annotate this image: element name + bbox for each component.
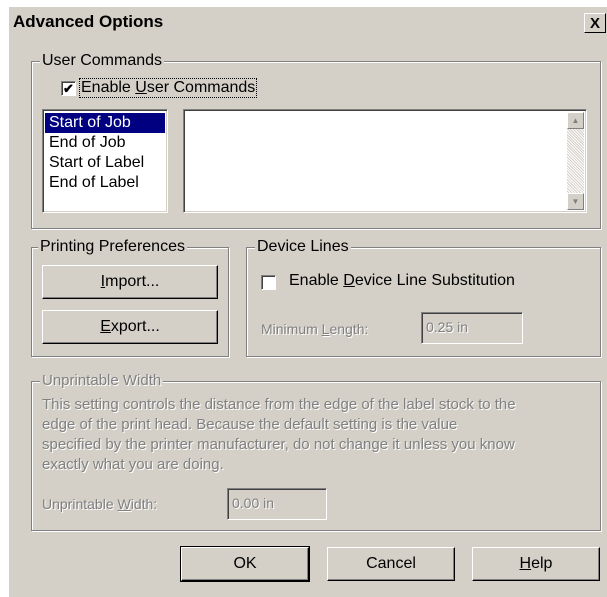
list-item-start-of-label[interactable]: Start of Label — [45, 153, 165, 173]
scroll-down-icon: ▼ — [571, 197, 580, 206]
description-line: exactly what you are doing. — [42, 456, 224, 473]
unprintable-width-label: Unprintable Width: — [42, 496, 157, 512]
minimum-length-label: Minimum Length: — [261, 321, 368, 337]
ok-button[interactable]: OK — [180, 546, 310, 582]
checkmark-icon: ✔ — [63, 81, 74, 96]
list-item-end-of-label[interactable]: End of Label — [45, 173, 165, 193]
dialog-title: Advanced Options — [13, 12, 164, 31]
scroll-down-button[interactable]: ▼ — [567, 193, 584, 210]
import-button[interactable]: Import... — [42, 265, 218, 299]
minimum-length-field[interactable]: 0.25 in — [421, 312, 523, 344]
unprintable-description: This setting controls the distance from … — [42, 395, 597, 475]
command-text-area[interactable]: ▲ ▼ — [183, 109, 587, 213]
accesskey: E — [100, 318, 111, 335]
user-commands-legend: User Commands — [40, 51, 165, 71]
printing-preferences-legend: Printing Preferences — [38, 237, 187, 257]
cancel-button[interactable]: Cancel — [327, 547, 455, 581]
label-accesskey: W — [117, 496, 131, 512]
enable-device-line-substitution-checkbox[interactable] — [261, 275, 276, 290]
button-label: elp — [531, 555, 553, 572]
minimum-length-value: 0.25 in — [426, 319, 469, 335]
button-label: xport... — [110, 318, 160, 335]
enable-user-commands-label[interactable]: Enable User Commands — [78, 78, 258, 98]
description-line: specified by the printer manufacturer, d… — [42, 436, 515, 453]
accesskey: H — [519, 555, 532, 572]
list-item-start-of-job[interactable]: Start of Job — [45, 113, 165, 133]
label-accesskey: D — [343, 272, 355, 289]
command-text-scrollbar[interactable]: ▲ ▼ — [567, 112, 584, 210]
device-lines-legend: Device Lines — [255, 237, 351, 257]
button-label: Cancel — [366, 555, 416, 572]
description-line: edge of the print head. Because the defa… — [42, 416, 458, 433]
label-part: evice Line Substitution — [354, 272, 515, 289]
label-accesskey: U — [135, 79, 147, 96]
enable-user-commands-checkbox[interactable]: ✔ — [61, 81, 76, 96]
label-part: Unprintable — [42, 496, 118, 512]
label-part: Minimum — [261, 321, 322, 337]
label-part: idth: — [130, 496, 158, 512]
label-part: ser Commands — [146, 79, 256, 96]
scroll-up-button[interactable]: ▲ — [567, 112, 584, 129]
unprintable-width-legend: Unprintable Width — [40, 371, 164, 391]
title-bar: Advanced Options X — [9, 7, 607, 37]
unprintable-width-value: 0.00 in — [232, 495, 275, 511]
help-button[interactable]: Help — [472, 547, 600, 581]
description-line: This setting controls the distance from … — [42, 396, 516, 413]
command-type-list[interactable]: Start of Job End of Job Start of Label E… — [42, 109, 168, 213]
scroll-up-icon: ▲ — [571, 116, 580, 125]
label-part: Enable — [289, 272, 344, 289]
button-label: OK — [233, 555, 257, 572]
advanced-options-dialog: Advanced Options X User Commands ✔ Enabl… — [8, 6, 607, 597]
label-part: Enable — [81, 79, 136, 96]
label-part: ength: — [329, 321, 369, 337]
close-icon: X — [589, 15, 600, 32]
list-item-end-of-job[interactable]: End of Job — [45, 133, 165, 153]
unprintable-width-field[interactable]: 0.00 in — [227, 488, 327, 520]
close-button[interactable]: X — [584, 13, 606, 33]
button-label: mport... — [105, 273, 160, 290]
export-button[interactable]: Export... — [42, 310, 218, 344]
scroll-track[interactable] — [567, 129, 584, 193]
enable-device-line-substitution-label[interactable]: Enable Device Line Substitution — [289, 272, 515, 290]
